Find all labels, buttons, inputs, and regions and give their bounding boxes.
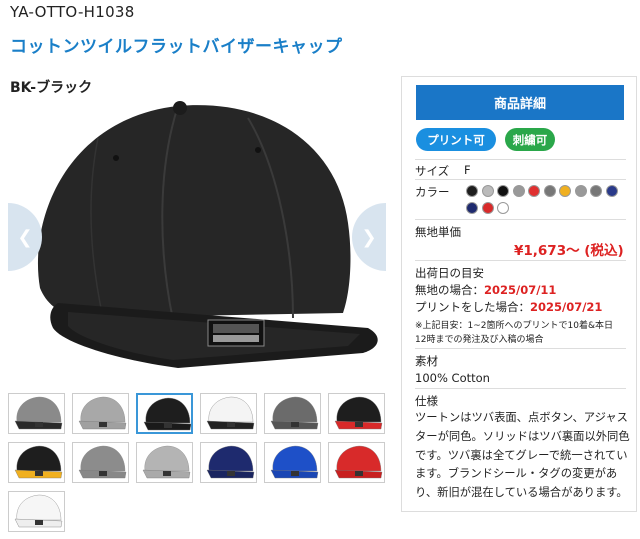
- material-row: 素材 100% Cotton: [415, 348, 626, 385]
- product-title: コットンツイルフラットバイザーキャップ: [10, 37, 343, 57]
- color-swatch[interactable]: [559, 185, 571, 197]
- color-label: カラー: [415, 185, 450, 199]
- material-label: 素材: [415, 354, 438, 368]
- color-swatch[interactable]: [481, 185, 494, 197]
- spec-line: ます。ブランドシール・タグの変更があ: [415, 467, 618, 481]
- thumbnail-gray-black-cap[interactable]: [8, 393, 65, 434]
- thumbnail-red-cap[interactable]: [328, 442, 385, 483]
- print-available-badge: プリント可: [416, 128, 496, 151]
- thumbnail-navy-cap[interactable]: [200, 442, 257, 483]
- color-swatch[interactable]: [481, 202, 494, 214]
- thumbnail-light-gray-cap[interactable]: [72, 393, 129, 434]
- spec-line: です。ツバ裏は全てグレーで統一されてい: [415, 448, 628, 462]
- embroidery-available-badge: 刺繍可: [505, 128, 555, 151]
- spec-description: ツートンはツバ表面、点ボタン、アジャス ターが同色。ソリッドはツバ裏面以外同色 です…: [415, 409, 637, 503]
- thumbnail-charcoal-cap[interactable]: [264, 393, 321, 434]
- thumbnail-black-cap[interactable]: [136, 393, 193, 434]
- size-row: サイズ F: [415, 159, 626, 178]
- color-swatch[interactable]: [528, 185, 540, 197]
- price-row: 無地単価 ¥1,673～ (税込): [415, 219, 626, 259]
- color-swatch[interactable]: [466, 202, 478, 214]
- color-swatch[interactable]: [497, 202, 509, 214]
- color-swatch[interactable]: [590, 185, 602, 197]
- thumbnail-gray-cap[interactable]: [72, 442, 129, 483]
- thumbnail-white-cap[interactable]: [8, 491, 65, 532]
- color-swatch[interactable]: [605, 185, 618, 197]
- spec-line: ターが同色。ソリッドはツバ裏面以外同色: [415, 429, 630, 443]
- color-swatch[interactable]: [497, 185, 509, 197]
- product-detail-panel: 商品詳細 プリント可 刺繍可 サイズ F カラー 無地単価 ¥1,673～ (税…: [401, 76, 637, 512]
- thumbnail-silver-cap[interactable]: [136, 442, 193, 483]
- chevron-left-icon: ❮: [17, 226, 33, 248]
- spec-line: ツートンはツバ表面、点ボタン、アジャス: [415, 411, 628, 424]
- main-product-image: [8, 98, 388, 378]
- shipping-plain: 無地の場合：2025/07/11: [415, 283, 557, 297]
- thumbnail-white-black-cap[interactable]: [200, 393, 257, 434]
- chevron-right-icon: ❯: [361, 226, 377, 248]
- price-label: 無地単価: [415, 225, 461, 239]
- color-swatch[interactable]: [574, 185, 587, 197]
- shipping-note-1: ※上記目安：1~2箇所へのプリントで10着&本日: [415, 321, 614, 331]
- spec-row: 仕様 ツートンはツバ表面、点ボタン、アジャス ターが同色。ソリッドはツバ裏面以外同…: [415, 388, 630, 499]
- shipping-note-2: 12時までの発注及び入稿の場合: [415, 335, 544, 345]
- shipping-label: 出荷日の目安: [415, 266, 484, 280]
- shipping-row: 出荷日の目安 無地の場合：2025/07/11 プリントをした場合：2025/0…: [415, 260, 626, 345]
- color-swatch[interactable]: [543, 185, 556, 197]
- color-swatch[interactable]: [466, 185, 478, 197]
- size-label: サイズ: [415, 164, 450, 178]
- thumbnail-royal-blue-cap[interactable]: [264, 442, 321, 483]
- thumbnail-black-yellow-cap[interactable]: [8, 442, 65, 483]
- material-value: 100% Cotton: [415, 371, 490, 385]
- price-value: ¥1,673～ (税込): [514, 243, 624, 259]
- color-swatch[interactable]: [512, 185, 525, 197]
- shipping-print: プリントをした場合：2025/07/21: [415, 300, 603, 314]
- product-details-button[interactable]: 商品詳細: [416, 85, 624, 120]
- spec-line: り、新旧が混在している場合があります。: [415, 486, 628, 500]
- color-row: カラー: [415, 179, 626, 199]
- size-value: F: [464, 163, 471, 177]
- thumbnail-black-red-cap[interactable]: [328, 393, 385, 434]
- product-sku: YA-OTTO-H1038: [10, 3, 135, 21]
- spec-label: 仕様: [415, 394, 438, 408]
- selected-variant: BK-ブラック: [10, 80, 93, 96]
